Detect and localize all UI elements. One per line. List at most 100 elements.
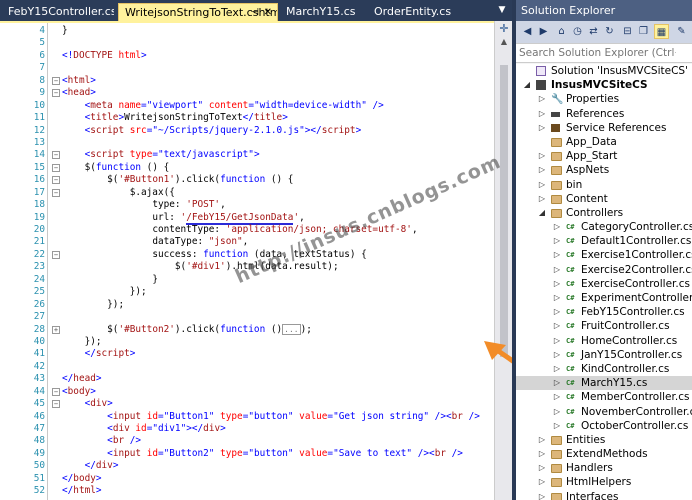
expand-arrow-icon[interactable]: ▷: [537, 121, 547, 135]
expand-arrow-icon[interactable]: ▷: [537, 433, 547, 447]
code-line[interactable]: 11 <title>WritejsonStringToText</title>: [0, 112, 500, 124]
tab-overflow-dropdown-icon[interactable]: ▼: [496, 5, 508, 17]
tree-item[interactable]: Solution 'InsusMVCSiteCS' (1 project): [516, 64, 692, 78]
code-line[interactable]: 41 </script>: [0, 348, 500, 360]
tree-item[interactable]: ▷ Interfaces: [516, 490, 692, 500]
tree-item[interactable]: ▷ HtmlHelpers: [516, 475, 692, 489]
back-icon[interactable]: ◀: [520, 24, 535, 39]
collapse-arrow-icon[interactable]: ◢: [537, 206, 547, 220]
tree-item[interactable]: ▷ Entities: [516, 433, 692, 447]
code-line[interactable]: 25 });: [0, 286, 500, 298]
code-line[interactable]: 27: [0, 311, 500, 323]
code-line[interactable]: 5: [0, 37, 500, 49]
tree-item[interactable]: ◢ Controllers: [516, 206, 692, 220]
tree-item[interactable]: ▷ bin: [516, 178, 692, 192]
expand-arrow-icon[interactable]: ▷: [552, 348, 562, 362]
tree-item[interactable]: ▷ C# HomeController.cs: [516, 334, 692, 348]
expand-arrow-icon[interactable]: ▷: [552, 234, 562, 248]
collapse-outline-icon[interactable]: −: [52, 176, 60, 185]
tree-item[interactable]: ▷ App_Start: [516, 149, 692, 163]
tree-item[interactable]: ▷ AspNets: [516, 163, 692, 177]
code-line[interactable]: 28 + $('#Button2').click(function ()...);: [0, 323, 500, 336]
expand-arrow-icon[interactable]: ▷: [537, 447, 547, 461]
expand-arrow-icon[interactable]: ▷: [537, 461, 547, 475]
tree-item[interactable]: ▷ 🔧 Properties: [516, 92, 692, 106]
collapse-outline-icon[interactable]: −: [52, 76, 60, 85]
refresh-icon[interactable]: ↻: [602, 24, 617, 39]
tree-item[interactable]: ▷ C# NovemberController.cs: [516, 405, 692, 419]
expand-arrow-icon[interactable]: ▷: [552, 277, 562, 291]
expand-arrow-icon[interactable]: ▷: [552, 334, 562, 348]
tree-item[interactable]: ▷ C# FebY15Controller.cs: [516, 305, 692, 319]
collapse-outline-icon[interactable]: −: [52, 188, 60, 197]
search-input[interactable]: [516, 44, 676, 62]
expand-arrow-icon[interactable]: ▷: [537, 107, 547, 121]
tree-item[interactable]: ▷ C# MemberController.cs: [516, 390, 692, 404]
code-line[interactable]: 6 <!DOCTYPE html>: [0, 50, 500, 62]
tab-writejsonstringtotext[interactable]: WritejsonStringToText.cshtml ⊣ ✕: [118, 3, 278, 21]
code-line[interactable]: 52 </html>: [0, 485, 500, 497]
tab-febY15controller[interactable]: FebY15Controller.cs: [2, 3, 114, 21]
expand-arrow-icon[interactable]: ▷: [552, 362, 562, 376]
code-line[interactable]: 4}: [0, 25, 500, 37]
collapse-arrow-icon[interactable]: ◢: [522, 78, 532, 92]
expand-arrow-icon[interactable]: ▷: [552, 220, 562, 234]
expand-arrow-icon[interactable]: ▷: [537, 163, 547, 177]
sync-icon[interactable]: ⇄: [586, 24, 601, 39]
expand-arrow-icon[interactable]: ▷: [552, 405, 562, 419]
tree-item[interactable]: ▷ ExtendMethods: [516, 447, 692, 461]
collapse-outline-icon[interactable]: −: [52, 387, 60, 396]
history-icon[interactable]: ◷: [570, 24, 585, 39]
code-line[interactable]: 47 <div id="div1"></div>: [0, 423, 500, 435]
code-line[interactable]: 51 </body>: [0, 473, 500, 485]
expand-arrow-icon[interactable]: ▷: [537, 149, 547, 163]
tab-orderentity[interactable]: OrderEntity.cs: [368, 3, 458, 21]
tree-item[interactable]: ▷ C# ExperimentController.cs: [516, 291, 692, 305]
tree-item[interactable]: ◢ InsusMVCSiteCS: [516, 78, 692, 92]
expand-arrow-icon[interactable]: ▷: [537, 490, 547, 500]
expand-arrow-icon[interactable]: ▷: [552, 319, 562, 333]
expand-arrow-icon[interactable]: ▷: [537, 475, 547, 489]
tree-item[interactable]: ▷ C# KindController.cs: [516, 362, 692, 376]
tree-item[interactable]: ▷ C# Exercise1Controller.cs: [516, 248, 692, 262]
code-line[interactable]: 12 <script src="~/Scripts/jquery-2.1.0.j…: [0, 125, 500, 137]
expand-arrow-icon[interactable]: ▷: [552, 291, 562, 305]
code-line[interactable]: 10 <meta name="viewport" content="width=…: [0, 100, 500, 112]
close-icon[interactable]: ✕: [264, 4, 272, 21]
split-editor-icon[interactable]: ✛: [498, 23, 510, 35]
code-line[interactable]: 49 <input id="Button2" type="button" val…: [0, 448, 500, 460]
show-all-icon[interactable]: ▦: [654, 24, 669, 39]
tree-item[interactable]: App_Data: [516, 135, 692, 149]
tree-item[interactable]: ▷ Handlers: [516, 461, 692, 475]
code-line[interactable]: 45− <div>: [0, 398, 500, 410]
tree-item[interactable]: ▷ Content: [516, 192, 692, 206]
expand-arrow-icon[interactable]: ▷: [552, 419, 562, 433]
home-icon[interactable]: ⌂: [554, 24, 569, 39]
collapse-outline-icon[interactable]: −: [52, 250, 60, 259]
collapse-outline-icon[interactable]: −: [52, 89, 60, 98]
expand-arrow-icon[interactable]: ▷: [552, 390, 562, 404]
code-line[interactable]: 20 contentType: 'application/json; chars…: [0, 224, 500, 236]
code-line[interactable]: 43 </head>: [0, 373, 500, 385]
copy-icon[interactable]: ❐: [636, 24, 651, 39]
collapse-icon[interactable]: ⊟: [620, 24, 635, 39]
tree-item[interactable]: ▷ C# CategoryController.cs: [516, 220, 692, 234]
expand-arrow-icon[interactable]: ▷: [552, 376, 562, 390]
expand-arrow-icon[interactable]: ▷: [537, 178, 547, 192]
pin-icon[interactable]: ⊣: [250, 4, 259, 21]
tree-item[interactable]: ▷ Service References: [516, 121, 692, 135]
collapse-outline-icon[interactable]: −: [52, 151, 60, 160]
tree-item[interactable]: ▷ C# FruitController.cs: [516, 319, 692, 333]
tree-item[interactable]: ▷ C# OctoberController.cs: [516, 419, 692, 433]
collapse-outline-icon[interactable]: −: [52, 400, 60, 409]
tree-item[interactable]: ▷ References: [516, 107, 692, 121]
forward-icon[interactable]: ▶: [536, 24, 551, 39]
code-line[interactable]: 26 });: [0, 299, 500, 311]
properties-icon[interactable]: ✎: [674, 24, 689, 39]
expand-arrow-icon[interactable]: ▷: [552, 248, 562, 262]
expand-arrow-icon[interactable]: ▷: [552, 305, 562, 319]
tree-item[interactable]: ▷ C# Exercise2Controller.cs: [516, 263, 692, 277]
tab-marchY15[interactable]: MarchY15.cs: [280, 3, 360, 21]
expand-arrow-icon[interactable]: ▷: [537, 92, 547, 106]
tree-item[interactable]: ▷ C# MarchY15.cs: [516, 376, 692, 391]
